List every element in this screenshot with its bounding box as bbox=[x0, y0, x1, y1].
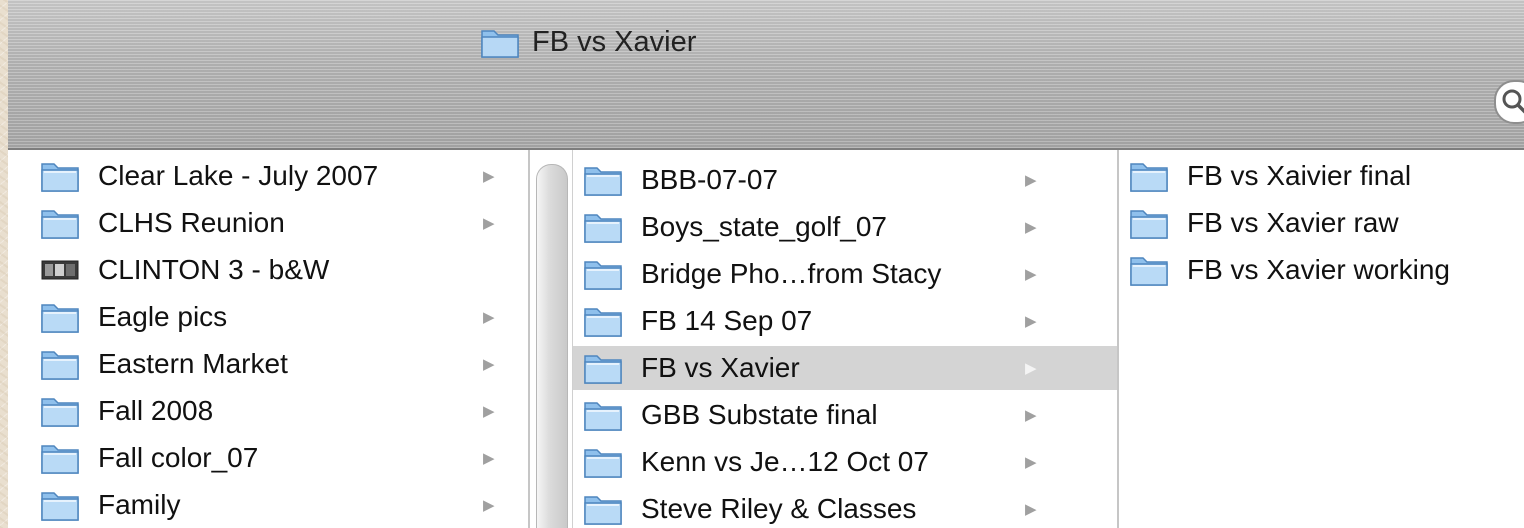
disclosure-arrow-icon: ▶ bbox=[483, 497, 495, 514]
column-2-item[interactable]: FB 14 Sep 07 ▶ bbox=[573, 299, 1117, 343]
folder-icon bbox=[1130, 210, 1168, 239]
disclosure-arrow-icon: ▶ bbox=[1025, 501, 1037, 518]
column-1-item[interactable]: Family ▶ bbox=[8, 483, 528, 527]
column-1-item[interactable]: Fall color_07 ▶ bbox=[8, 436, 528, 480]
item-label: Fall color_07 bbox=[98, 442, 259, 473]
column-1-scrollbar[interactable] bbox=[530, 150, 573, 528]
folder-icon bbox=[584, 214, 622, 243]
item-label: Clear Lake - July 2007 bbox=[98, 160, 379, 191]
folder-icon bbox=[41, 163, 79, 192]
column-2-item[interactable]: Boys_state_golf_07 ▶ bbox=[573, 205, 1117, 249]
disclosure-arrow-icon: ▶ bbox=[1025, 172, 1037, 189]
column-1-item[interactable]: Fall 2008 ▶ bbox=[8, 389, 528, 433]
folder-icon bbox=[584, 167, 622, 196]
column-3-item[interactable]: FB vs Xavier raw bbox=[1119, 201, 1524, 245]
item-label: Kenn vs Je…12 Oct 07 bbox=[641, 446, 929, 477]
column-3-item[interactable]: FB vs Xaivier final bbox=[1119, 154, 1524, 198]
disclosure-arrow-icon: ▶ bbox=[1025, 266, 1037, 283]
item-label: FB 14 Sep 07 bbox=[641, 305, 813, 336]
window-title: FB vs Xavier bbox=[480, 22, 696, 62]
column-2-item[interactable]: Bridge Pho…from Stacy ▶ bbox=[573, 252, 1117, 296]
column-2-item[interactable]: GBB Substate final ▶ bbox=[573, 393, 1117, 437]
folder-icon bbox=[584, 402, 622, 431]
search-field[interactable] bbox=[1494, 80, 1524, 124]
column-3-item[interactable]: FB vs Xavier working bbox=[1119, 248, 1524, 292]
item-label: Bridge Pho…from Stacy bbox=[641, 258, 942, 289]
column-1-item[interactable]: Eastern Market ▶ bbox=[8, 342, 528, 386]
disclosure-arrow-icon: ▶ bbox=[1025, 360, 1037, 377]
column-1-item[interactable]: CLHS Reunion ▶ bbox=[8, 201, 528, 245]
column-1[interactable]: Clear Lake - July 2007 ▶ CLHS Reunion ▶ CLIN… bbox=[8, 150, 530, 528]
folder-icon bbox=[584, 449, 622, 478]
disclosure-arrow-icon: ▶ bbox=[483, 168, 495, 185]
item-label: FB vs Xavier working bbox=[1187, 254, 1450, 285]
disclosure-arrow-icon: ▶ bbox=[483, 403, 495, 420]
column-browser: Clear Lake - July 2007 ▶ CLHS Reunion ▶ CLIN… bbox=[8, 150, 1524, 528]
folder-icon bbox=[41, 351, 79, 380]
folder-icon bbox=[41, 210, 79, 239]
item-label: Eagle pics bbox=[98, 301, 228, 332]
item-label: Eastern Market bbox=[98, 348, 288, 379]
item-label: GBB Substate final bbox=[641, 399, 878, 430]
disclosure-arrow-icon: ▶ bbox=[1025, 219, 1037, 236]
column-2-item[interactable]: BBB-07-07 ▶ bbox=[573, 158, 1117, 202]
item-label: BBB-07-07 bbox=[641, 164, 778, 195]
column-1-item[interactable]: CLINTON 3 - b&W bbox=[8, 248, 528, 292]
column-2[interactable]: BBB-07-07 ▶ Boys_state_golf_07 ▶ Bridge Pho…… bbox=[573, 150, 1119, 528]
toolbar: FB vs Xavier bbox=[8, 0, 1524, 150]
column-2-item[interactable]: Kenn vs Je…12 Oct 07 ▶ bbox=[573, 440, 1117, 484]
item-label: FB vs Xavier bbox=[641, 352, 800, 383]
folder-icon bbox=[41, 398, 79, 427]
item-label: Boys_state_golf_07 bbox=[641, 211, 887, 242]
item-label: FB vs Xavier raw bbox=[1187, 207, 1399, 238]
item-label: Fall 2008 bbox=[98, 395, 214, 426]
disclosure-arrow-icon: ▶ bbox=[483, 356, 495, 373]
disclosure-arrow-icon: ▶ bbox=[1025, 313, 1037, 330]
column-2-item[interactable]: Steve Riley & Classes ▶ bbox=[573, 487, 1117, 528]
window-title-text: FB vs Xavier bbox=[532, 25, 697, 58]
folder-icon bbox=[584, 308, 622, 337]
column-1-item[interactable]: Clear Lake - July 2007 ▶ bbox=[8, 154, 528, 198]
folder-icon bbox=[1130, 257, 1168, 286]
folder-icon bbox=[41, 445, 79, 474]
disclosure-arrow-icon: ▶ bbox=[483, 450, 495, 467]
folder-icon bbox=[584, 261, 622, 290]
search-icon bbox=[1502, 89, 1524, 114]
finder-window: FB vs Xavier Clear Lake - July 2007 ▶ CLHS… bbox=[8, 0, 1524, 528]
column-1-item[interactable]: Eagle pics ▶ bbox=[8, 295, 528, 339]
folder-icon bbox=[584, 496, 622, 525]
item-label: CLHS Reunion bbox=[98, 207, 285, 238]
item-label: CLINTON 3 - b&W bbox=[98, 254, 330, 285]
column-2-item[interactable]: FB vs Xavier ▶ bbox=[573, 346, 1117, 390]
item-label: Family bbox=[98, 489, 181, 520]
folder-icon bbox=[481, 30, 519, 58]
item-label: Steve Riley & Classes bbox=[641, 493, 917, 524]
folder-icon bbox=[41, 304, 79, 333]
item-label: FB vs Xaivier final bbox=[1187, 160, 1412, 191]
folder-icon bbox=[41, 492, 79, 521]
image-file-icon bbox=[41, 260, 79, 280]
folder-icon bbox=[1130, 163, 1168, 192]
scrollbar-thumb[interactable] bbox=[536, 164, 568, 528]
disclosure-arrow-icon: ▶ bbox=[1025, 454, 1037, 471]
disclosure-arrow-icon: ▶ bbox=[483, 215, 495, 232]
folder-icon bbox=[584, 355, 622, 384]
column-3[interactable]: FB vs Xaivier final FB vs Xavier raw FB vs… bbox=[1119, 150, 1524, 528]
disclosure-arrow-icon: ▶ bbox=[483, 309, 495, 326]
disclosure-arrow-icon: ▶ bbox=[1025, 407, 1037, 424]
